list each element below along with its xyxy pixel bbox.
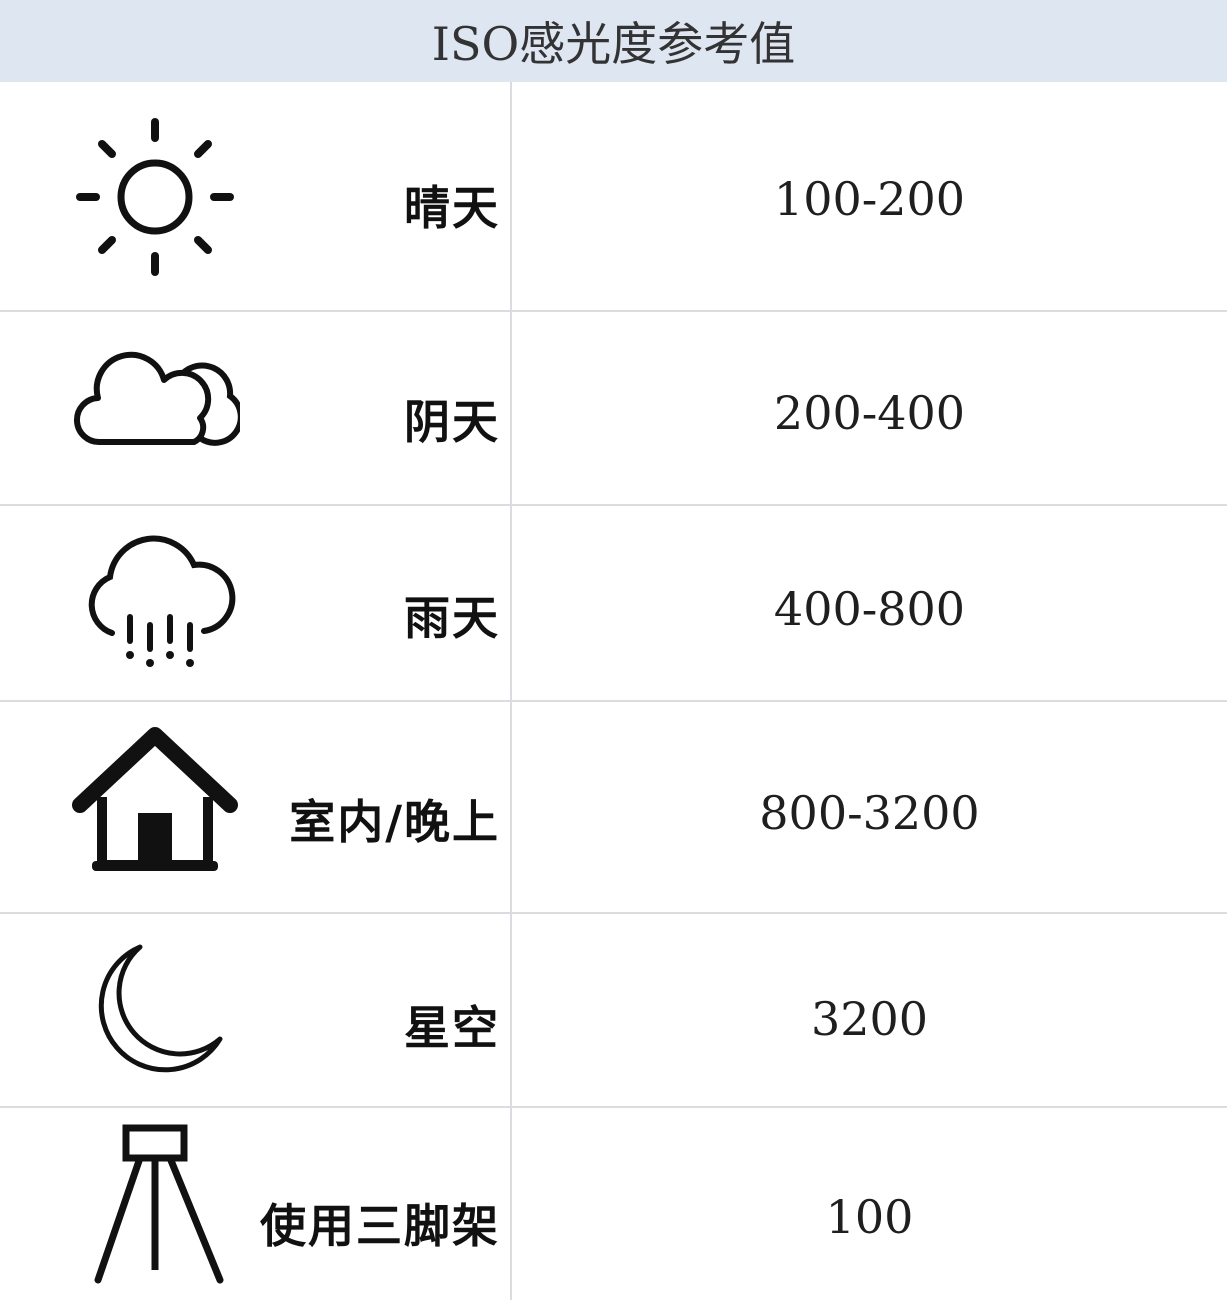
condition-label: 使用三脚架 xyxy=(260,1199,500,1253)
condition-label: 室内/晚上 xyxy=(289,795,500,849)
iso-value: 400-800 xyxy=(773,582,966,636)
table-row: 使用三脚架 100 xyxy=(0,1108,1227,1300)
house-icon xyxy=(60,722,250,892)
cloud-icon xyxy=(60,324,250,494)
condition-label: 雨天 xyxy=(404,591,500,645)
table-row: 雨天 400-800 xyxy=(0,506,1227,702)
iso-reference-table: 晴天 100-200 阴天 200-400 雨天 400-800 室内/晚上 8… xyxy=(0,82,1227,1300)
column-divider xyxy=(510,82,512,1300)
condition-label: 晴天 xyxy=(404,181,500,235)
iso-value: 3200 xyxy=(810,992,929,1046)
table-row: 晴天 100-200 xyxy=(0,82,1227,312)
moon-icon xyxy=(60,928,250,1098)
rain-cloud-icon xyxy=(60,516,250,686)
condition-label: 星空 xyxy=(404,1001,500,1055)
table-title-header: ISO感光度参考值 xyxy=(0,0,1227,82)
table-row: 星空 3200 xyxy=(0,914,1227,1108)
table-row: 室内/晚上 800-3200 xyxy=(0,702,1227,914)
iso-value: 100 xyxy=(825,1190,914,1244)
condition-label: 阴天 xyxy=(404,395,500,449)
iso-value: 100-200 xyxy=(773,172,966,226)
iso-value: 800-3200 xyxy=(759,786,980,840)
table-row: 阴天 200-400 xyxy=(0,312,1227,506)
sun-icon xyxy=(60,112,250,282)
iso-value: 200-400 xyxy=(773,386,966,440)
table-title: ISO感光度参考值 xyxy=(431,17,796,71)
tripod-icon xyxy=(60,1120,250,1290)
